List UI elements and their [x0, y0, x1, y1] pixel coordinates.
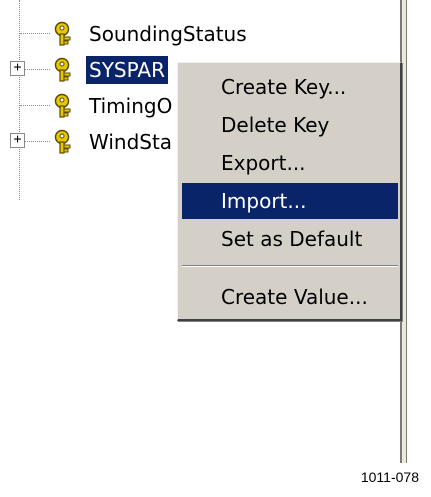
expand-plus-icon[interactable]: + [10, 133, 25, 148]
tree-row-partial [24, 0, 324, 6]
tree-connector [20, 33, 50, 34]
menu-item-import[interactable]: Import... [182, 183, 398, 219]
tree-item-label: SoundingStatus [89, 22, 247, 46]
tree-item-label: SYSPAR [86, 56, 168, 84]
tree-item-soundingstatus[interactable]: SoundingStatus [0, 16, 407, 52]
tree-connector [20, 105, 50, 106]
tree-item-label: WindSta [89, 130, 173, 154]
registry-key-icon [54, 93, 71, 118]
menu-item-create-value[interactable]: Create Value... [182, 279, 398, 315]
registry-key-icon [54, 129, 71, 154]
registry-key-icon [54, 21, 71, 46]
menu-item-delete-key[interactable]: Delete Key [182, 107, 398, 143]
tree-item-label: TimingO [89, 94, 173, 118]
menu-item-create-key[interactable]: Create Key... [182, 69, 398, 105]
expand-plus-icon[interactable]: + [10, 61, 25, 76]
menu-item-export[interactable]: Export... [182, 145, 398, 181]
context-menu: Create Key... Delete Key Export... Impor… [177, 62, 402, 321]
menu-separator [182, 265, 398, 267]
registry-key-icon [54, 57, 71, 82]
menu-item-set-as-default[interactable]: Set as Default [182, 221, 398, 257]
registry-key-icon [50, 0, 74, 10]
figure-code: 1011-078 [360, 469, 419, 485]
